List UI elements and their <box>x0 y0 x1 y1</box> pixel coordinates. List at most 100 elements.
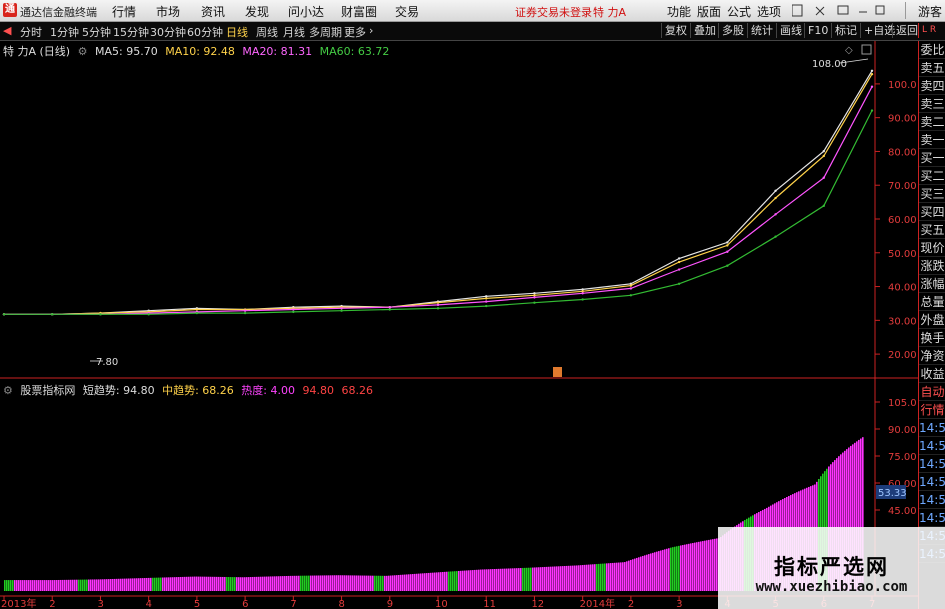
quote-panel-item[interactable]: 14:50 <box>919 419 945 437</box>
menu-item-caifuquan[interactable]: 财富圈 <box>341 3 377 20</box>
indicator-bar <box>88 579 90 591</box>
period-5min[interactable]: 5分钟 <box>82 24 111 40</box>
indicator-bar <box>690 543 692 591</box>
quote-panel-item[interactable]: 卖三 <box>919 95 945 113</box>
period-weekly[interactable]: 周线 <box>256 24 278 40</box>
indicator-bar <box>140 578 142 591</box>
menu-item-faxian[interactable]: 发现 <box>245 3 269 20</box>
quote-panel-item[interactable]: 卖四 <box>919 77 945 95</box>
indicator-bar <box>712 539 714 591</box>
toolbar-diejia[interactable]: 叠加 <box>690 23 719 38</box>
period-1min[interactable]: 1分钟 <box>50 24 79 40</box>
toolbar-biaoji[interactable]: 标记 <box>831 23 860 38</box>
indicator-bar <box>358 575 360 591</box>
quote-panel-item[interactable]: 14:50 <box>919 455 945 473</box>
toolbar-fuquan[interactable]: 复权 <box>661 23 690 38</box>
indicator-bar <box>216 576 218 591</box>
price-tick-label: 80.00 <box>888 147 917 158</box>
chevron-right-icon[interactable]: › <box>369 24 373 37</box>
quote-panel-item[interactable]: 净资 <box>919 347 945 365</box>
menu-item-gongshi[interactable]: 公式 <box>727 3 751 20</box>
ma-point <box>726 241 729 244</box>
indicator-bar <box>452 571 454 591</box>
ma-point <box>195 311 199 315</box>
guest-label[interactable]: 游客 <box>918 3 942 20</box>
menu-item-jiaoyi[interactable]: 交易 <box>395 3 419 20</box>
price-ticks: 100.0 90.00 80.00 70.00 60.00 50.00 40.00 30.00… <box>875 80 917 361</box>
quote-panel-item[interactable]: 买一 <box>919 149 945 167</box>
lr-toggle[interactable]: L R <box>918 23 939 38</box>
quote-panel-item[interactable]: 卖五 <box>919 59 945 77</box>
kline-chart[interactable]: 100.0 90.00 80.00 70.00 60.00 50.00 40.00 30.00… <box>0 41 918 609</box>
quote-panel-item[interactable]: 卖一 <box>919 131 945 149</box>
quote-panel-item[interactable]: 行情 <box>919 401 945 419</box>
period-15min[interactable]: 15分钟 <box>113 24 149 40</box>
indicator-bar <box>390 575 392 591</box>
ma-point <box>533 301 536 304</box>
quote-panel-item[interactable]: 收益 <box>919 365 945 383</box>
quote-side-panel[interactable]: 委比 卖五 卖四 卖三 卖二 卖一 买一 买二 买三 买四 买五 现价 涨跌 涨幅 总量 外盘 换手 净资 收益 自动… <box>918 41 945 609</box>
period-multi[interactable]: 多周期 <box>309 24 342 40</box>
ma-point <box>388 305 391 309</box>
period-30min[interactable]: 30分钟 <box>150 24 186 40</box>
menu-item-banmian[interactable]: 版面 <box>697 3 721 20</box>
indicator-bar <box>36 580 38 591</box>
indicator-bar <box>674 546 676 591</box>
menu-item-wenxiaoda[interactable]: 问小达 <box>288 3 324 20</box>
quote-panel-item[interactable]: 14:50 <box>919 473 945 491</box>
quote-panel-item[interactable]: 涨幅 <box>919 275 945 293</box>
heat-label: 热度: 4.00 <box>241 384 295 397</box>
quote-panel-item[interactable]: 卖二 <box>919 113 945 131</box>
quote-panel-item[interactable]: 14:50 <box>919 437 945 455</box>
period-daily[interactable]: 日线 <box>226 24 248 40</box>
toolbar-fanhui[interactable]: 返回 <box>892 23 921 38</box>
period-monthly[interactable]: 月线 <box>283 24 305 40</box>
quote-panel-item[interactable]: 委比 <box>919 41 945 59</box>
menu-item-gongneng[interactable]: 功能 <box>667 3 691 20</box>
indicator-bar <box>58 579 60 591</box>
indicator-bar <box>50 580 52 591</box>
quote-panel-item[interactable]: 买四 <box>919 203 945 221</box>
indicator-bar <box>694 542 696 591</box>
period-more[interactable]: 更多 <box>344 24 366 40</box>
menu-item-hangqing[interactable]: 行情 <box>112 3 136 20</box>
indicator-bar <box>416 573 418 591</box>
quote-panel-item[interactable]: 总量 <box>919 293 945 311</box>
quote-panel-item[interactable]: 买二 <box>919 167 945 185</box>
period-fenshi[interactable]: 分时 <box>20 24 42 40</box>
menu-item-zixun[interactable]: 资讯 <box>201 3 225 20</box>
ma-point <box>51 313 54 316</box>
toolbar-duogu[interactable]: 多股 <box>718 23 747 38</box>
quote-panel-item[interactable]: 14:50 <box>919 491 945 509</box>
indicator-bar <box>280 576 282 591</box>
indicator-bar <box>412 574 414 591</box>
indicator-bar <box>678 545 680 591</box>
quote-panel-item[interactable]: 换手 <box>919 329 945 347</box>
time-tick-label: 2014年 <box>580 597 615 609</box>
quote-panel-item[interactable]: 14:50 <box>919 509 945 527</box>
ma-point <box>677 268 681 271</box>
price-tick-label: 60.00 <box>888 215 917 226</box>
indicator-bar <box>630 559 632 591</box>
indicator-bar <box>488 569 490 591</box>
period-60min[interactable]: 60分钟 <box>187 24 223 40</box>
indicator-bar <box>514 568 516 591</box>
indicator-bar <box>26 580 28 591</box>
quote-panel-item[interactable]: 买五 <box>919 221 945 239</box>
toolbar-tongji[interactable]: 统计 <box>747 23 776 38</box>
quote-panel-item[interactable]: 买三 <box>919 185 945 203</box>
menu-item-shichang[interactable]: 市场 <box>156 3 180 20</box>
toolbar-f10[interactable]: F10 <box>804 23 831 38</box>
menu-item-xuanxiang[interactable]: 选项 <box>757 3 781 20</box>
indicator-bar <box>312 575 314 591</box>
quote-panel-item[interactable]: 外盘 <box>919 311 945 329</box>
indicator-bar <box>84 579 86 591</box>
quote-panel-item[interactable]: 自动 <box>919 383 945 401</box>
chevron-left-icon[interactable]: ◀ <box>3 24 11 37</box>
indicator-bar <box>658 551 660 591</box>
toolbar-huaxian[interactable]: 画线 <box>776 23 805 38</box>
quote-panel-item[interactable]: 涨跌 <box>919 257 945 275</box>
indicator-bar <box>8 580 10 591</box>
indicator-bar <box>314 575 316 591</box>
quote-panel-item[interactable]: 现价 <box>919 239 945 257</box>
